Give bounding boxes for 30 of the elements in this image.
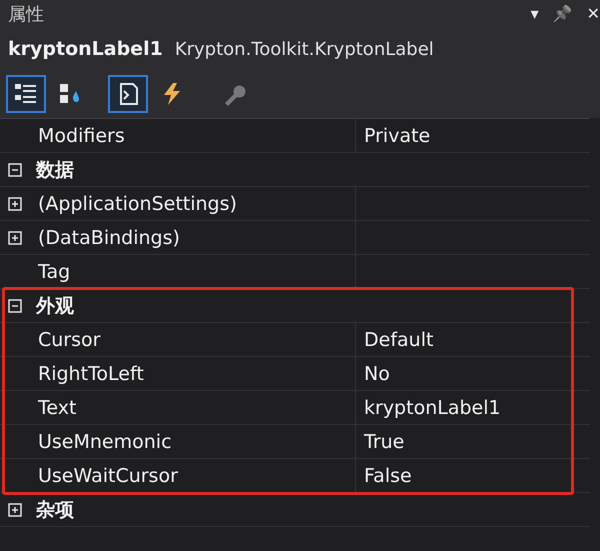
dropdown-button[interactable]: ▾ (530, 4, 539, 24)
expand-icon[interactable] (8, 196, 22, 210)
expand-icon[interactable] (8, 502, 22, 516)
property-value[interactable]: False (364, 464, 412, 486)
close-button[interactable]: ✕ (586, 4, 600, 24)
property-name: (ApplicationSettings) (37, 192, 238, 214)
property-value[interactable]: Default (364, 328, 434, 350)
property-name: (DataBindings) (37, 226, 181, 248)
collapse-icon[interactable] (8, 162, 22, 176)
object-type: Krypton.Toolkit.KryptonLabel (174, 38, 434, 60)
property-name: UseMnemonic (37, 430, 173, 452)
category-name: 外观 (34, 294, 74, 318)
expand-icon[interactable] (8, 230, 22, 244)
categorized-button[interactable] (6, 75, 46, 113)
property-name: RightToLeft (37, 362, 145, 384)
property-value[interactable]: Private (355, 119, 590, 152)
collapse-icon[interactable] (8, 298, 22, 312)
category-name: 数据 (34, 158, 74, 182)
property-name: Cursor (37, 328, 102, 350)
category-name: 杂项 (35, 498, 74, 522)
property-value[interactable]: No (364, 362, 390, 384)
property-name: UseWaitCursor (37, 464, 179, 486)
property-value[interactable]: kryptonLabel1 (364, 396, 501, 418)
panel-title: 属性 (8, 3, 44, 26)
property-name: Modifiers (37, 124, 126, 146)
property-name: Tag (37, 260, 72, 282)
property-value[interactable]: True (364, 430, 404, 452)
property-name: Text (37, 396, 78, 418)
object-name: kryptonLabel1 (8, 38, 163, 60)
properties-button[interactable] (108, 75, 148, 113)
